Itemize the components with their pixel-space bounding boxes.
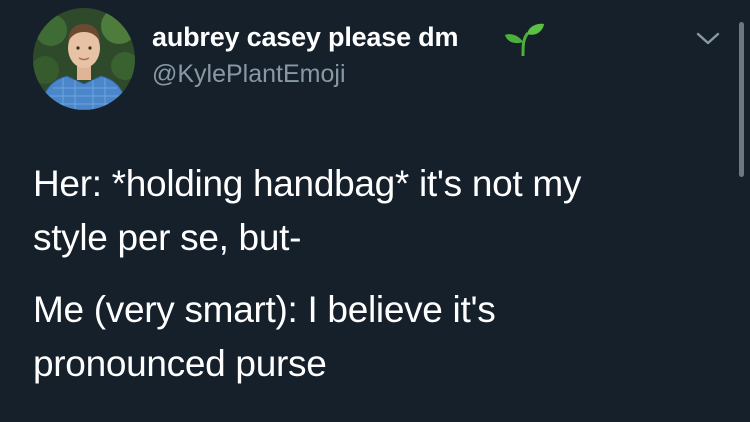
scrollbar[interactable] — [739, 22, 744, 177]
chevron-down-icon[interactable] — [693, 26, 723, 50]
avatar[interactable] — [33, 8, 135, 110]
display-name[interactable]: aubrey casey please dm — [152, 22, 458, 53]
tweet-paragraph: Me (very smart): I believe it's pronounc… — [33, 289, 496, 384]
tweet-paragraph: Her: *holding handbag* it's not my style… — [33, 163, 582, 258]
avatar-image — [33, 8, 135, 110]
seedling-icon — [505, 23, 544, 56]
user-handle[interactable]: @KylePlantEmoji — [152, 60, 346, 89]
tweet-text: Her: *holding handbag* it's not my style… — [33, 157, 723, 391]
tweet-card: aubrey casey please dm @KylePlantEmoji H… — [0, 0, 750, 422]
